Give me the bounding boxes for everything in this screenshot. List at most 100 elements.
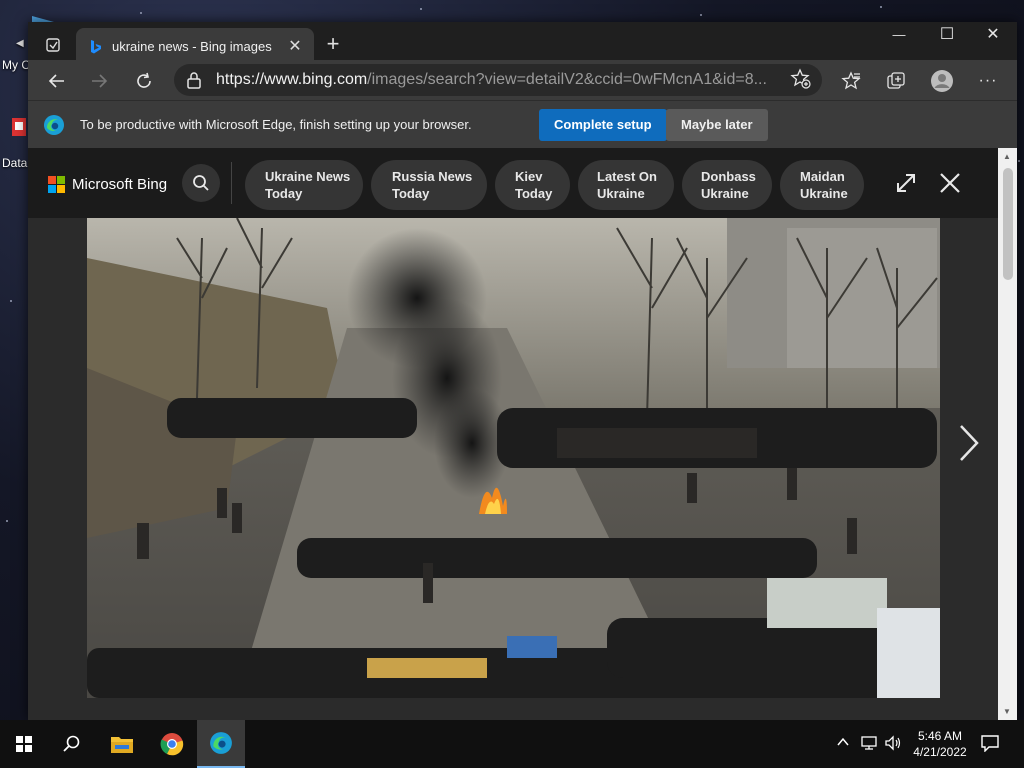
new-tab-button[interactable]: + [318,29,348,59]
network-button[interactable] [860,735,880,753]
clock-date: 4/21/2022 [913,745,967,759]
back-button[interactable] [42,66,72,96]
chevron-up-icon [837,737,849,746]
close-detail-button[interactable] [938,171,964,197]
volume-button[interactable] [884,735,904,753]
maybe-later-button[interactable]: Maybe later [666,109,768,141]
bing-icon [91,40,101,54]
maximize-button[interactable]: ☐ [924,20,970,50]
settings-more-button[interactable]: ··· [973,66,1003,96]
pill-line2: Ukraine [701,186,749,201]
expand-icon [897,174,915,192]
pill-line1: Maidan [800,169,845,184]
pill-line2: Today [265,186,303,201]
scroll-up-arrow-icon: ▲ [1003,152,1011,161]
favorites-button[interactable] [836,66,866,96]
search-taskbar-button[interactable] [48,720,96,768]
pill-line2: Ukraine [597,186,645,201]
pill-line1: Donbass [701,169,756,184]
clock-time: 5:46 AM [917,729,963,743]
show-hidden-icons-button[interactable] [836,735,852,753]
detail-image[interactable] [87,218,940,698]
desktop-top-arrow-icon [30,11,54,24]
page-scrollbar[interactable]: ▲ ▼ [998,148,1017,720]
related-search-maidan-ukraine[interactable]: Maidan Ukraine [780,160,864,210]
url-host: https://www.bing.com [216,71,368,88]
scroll-down-arrow-icon: ▼ [1003,707,1011,716]
edge-icon [210,732,232,754]
tab-title: ukraine news - Bing images [112,39,272,54]
pill-line1: Latest On [597,169,657,184]
pill-line1: Ukraine News [265,169,351,184]
search-icon [193,175,209,191]
profile-avatar-icon [931,70,953,92]
collections-button[interactable] [881,66,911,96]
url-path: /images/search?view=detailV2&ccid=0wFMcn… [367,71,767,88]
complete-setup-button[interactable]: Complete setup [539,109,667,141]
page-content: Microsoft Bing Ukraine News Today Russia… [28,148,998,720]
chrome-taskbar-button[interactable] [148,720,196,768]
related-search-kiev-today[interactable]: Kiev Today [495,160,570,210]
refresh-button[interactable] [129,66,159,96]
refresh-icon [137,72,151,88]
close-icon [940,173,960,193]
edge-window: ukraine news - Bing images ✕ + — ☐ ✕ htt… [28,22,1017,720]
scrollbar-thumb[interactable] [1003,168,1013,280]
edge-logo-icon [44,115,64,135]
related-search-donbass-ukraine[interactable]: Donbass Ukraine [682,160,772,210]
forward-button[interactable] [84,66,114,96]
notifications-button[interactable] [980,734,1002,754]
network-icon [861,736,877,750]
more-dots-icon: ··· [978,72,998,89]
volume-icon [885,735,901,751]
infobar-message: To be productive with Microsoft Edge, fi… [80,117,472,132]
related-search-russia-news-today[interactable]: Russia News Today [371,160,487,210]
close-window-button[interactable]: ✕ [970,20,1016,50]
related-search-latest-on-ukraine[interactable]: Latest On Ukraine [578,160,674,210]
barricade-photo [87,218,940,698]
url-text: https://www.bing.com/images/search?view=… [216,71,776,89]
edge-taskbar-button[interactable] [197,720,245,768]
search-icon [63,735,80,752]
pill-line2: Ukraine [800,186,848,201]
collections-icon [887,72,905,89]
related-search-ukraine-news-today[interactable]: Ukraine News Today [245,160,363,210]
back-arrow-icon [48,74,64,88]
navigation-bar: https://www.bing.com/images/search?view=… [28,60,1017,100]
address-bar[interactable]: https://www.bing.com/images/search?view=… [174,64,822,96]
chrome-icon [160,733,184,756]
minimize-button[interactable]: — [876,20,922,50]
back-triangle-icon: ◀ [16,38,24,49]
tab-close-button[interactable]: ✕ [284,36,306,58]
tab-actions-button[interactable] [38,30,68,60]
file-explorer-taskbar-button[interactable] [98,720,146,768]
taskbar: 5:46 AM 4/21/2022 [0,720,1024,768]
pill-line2: Today [515,186,553,201]
forward-arrow-icon [92,74,108,88]
desktop-icon-label: Data [2,156,28,170]
expand-button[interactable] [894,171,920,197]
header-divider [231,162,232,204]
pill-line2: Today [392,186,430,201]
bing-logo-text: Microsoft Bing [72,176,168,193]
windows-logo-icon [16,736,32,752]
add-favorite-button[interactable] [790,68,814,92]
profile-button[interactable] [927,66,957,96]
desktop-icon-label: My C [2,58,30,72]
setup-infobar: To be productive with Microsoft Edge, fi… [28,100,1017,148]
folder-icon [111,737,133,753]
taskbar-clock[interactable]: 5:46 AM 4/21/2022 [906,728,974,760]
favorites-star-icon [841,71,861,90]
start-button[interactable] [0,720,48,768]
chevron-right-icon [960,425,979,461]
lock-icon [187,72,201,89]
pill-line1: Russia News [392,169,473,184]
next-image-button[interactable] [953,418,983,468]
star-add-icon [790,68,811,89]
microsoft-logo-icon [48,176,66,194]
bing-search-button[interactable] [182,164,220,202]
bing-detail-header: Microsoft Bing Ukraine News Today Russia… [28,148,998,218]
pill-line1: Kiev [515,169,543,184]
notification-icon [981,735,999,753]
file-shortcut-icon [10,116,28,138]
